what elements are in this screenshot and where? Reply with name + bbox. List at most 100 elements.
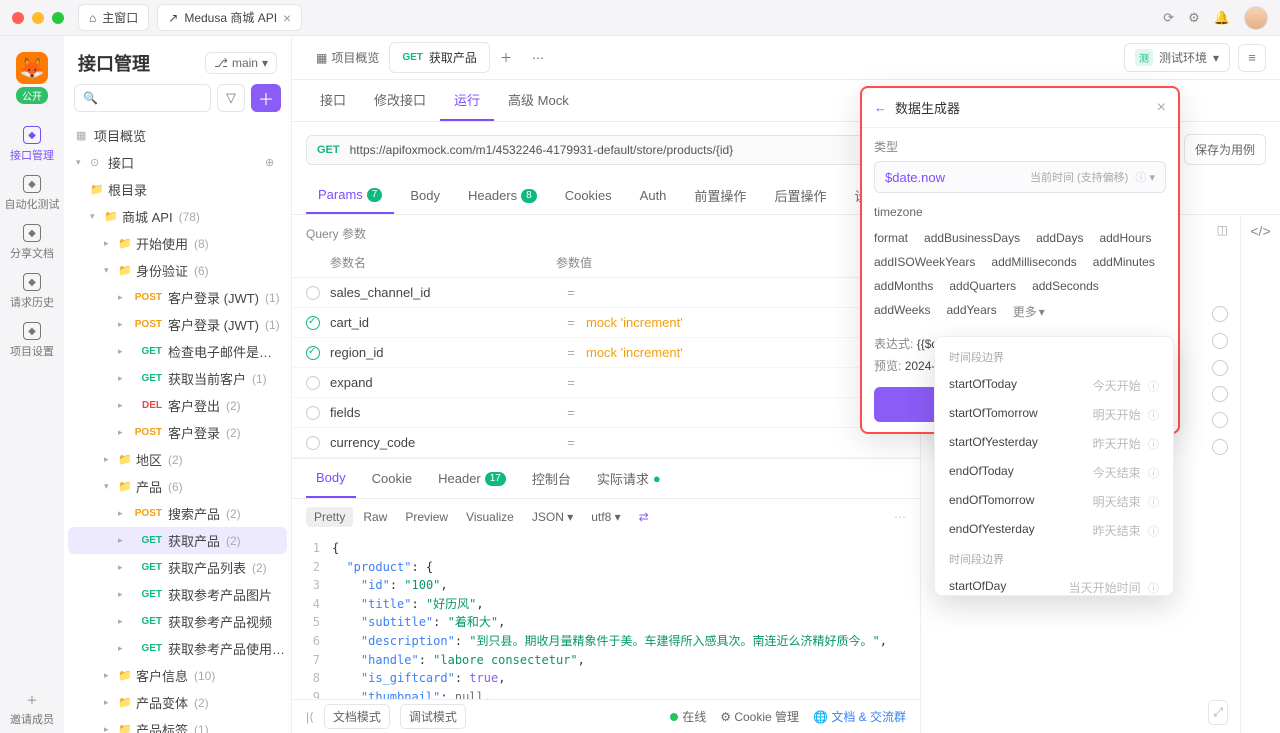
tree-row[interactable]: 📁根目录 <box>68 176 287 203</box>
invite-button[interactable]: ＋ 邀请成员 <box>6 686 58 733</box>
fmt-type[interactable]: JSON ▾ <box>524 507 581 527</box>
api-tab[interactable]: GET 获取产品 <box>389 42 490 73</box>
tree-row[interactable]: ▸📁产品标签(1) <box>68 716 287 733</box>
debug-mode[interactable]: 调试模式 <box>400 704 466 729</box>
rail-flow-icon[interactable]: ◆自动化测试 <box>1 169 64 218</box>
tree-row[interactable]: ▸📁产品变体(2) <box>68 689 287 716</box>
tree-row[interactable]: ▸POST客户登录 (JWT)(1) <box>68 284 287 311</box>
dd-startOfToday[interactable]: startOfToday今天开始 ⓘ <box>935 371 1173 400</box>
bell-icon[interactable]: 🔔 <box>1214 10 1230 26</box>
param-value[interactable]: mock 'increment' <box>586 315 683 330</box>
ptab-Auth[interactable]: Auth <box>628 177 679 214</box>
branch-select[interactable]: ⎇ main ▾ <box>205 52 277 74</box>
param-row[interactable]: fields = <box>292 398 920 428</box>
rtab-控制台[interactable]: 控制台 <box>522 459 581 498</box>
rail-clock-icon[interactable]: ◆请求历史 <box>1 267 64 316</box>
fmt-visualize[interactable]: Visualize <box>458 507 522 527</box>
subtab-2[interactable]: 运行 <box>440 80 494 121</box>
env-settings[interactable]: ≡ <box>1238 44 1266 72</box>
fn-format[interactable]: format <box>874 231 908 245</box>
tree-row[interactable]: ▸GET获取当前客户(1) <box>68 365 287 392</box>
tree-row[interactable]: ▦项目概览 <box>68 122 287 149</box>
fn-addBusinessDays[interactable]: addBusinessDays <box>924 231 1020 245</box>
detail-dot[interactable] <box>1212 360 1228 376</box>
fn-addQuarters[interactable]: addQuarters <box>949 279 1016 293</box>
gear-icon[interactable]: ⚙ <box>1188 10 1200 26</box>
tree-row[interactable]: ▸POST客户登录 (JWT)(1) <box>68 311 287 338</box>
rail-book-icon[interactable]: ◆分享文档 <box>1 218 64 267</box>
collapse-icon[interactable]: |⟨ <box>306 710 314 724</box>
tree-row[interactable]: ▸📁客户信息(10) <box>68 662 287 689</box>
tree-row[interactable]: ▸GET获取参考产品视频 <box>68 608 287 635</box>
tree-row[interactable]: ▾⊙接口⊕ <box>68 149 287 176</box>
home-tab[interactable]: ⌂ 主窗口 <box>78 4 149 31</box>
project-tab[interactable]: ↗ Medusa 商城 API × <box>157 4 302 31</box>
cookie-manage[interactable]: ⚙ Cookie 管理 <box>720 708 799 725</box>
rtab-Header[interactable]: Header17 <box>428 459 516 498</box>
tree-row[interactable]: ▸📁地区(2) <box>68 446 287 473</box>
subtab-1[interactable]: 修改接口 <box>360 80 440 121</box>
tree-row[interactable]: ▸GET获取参考产品使用… <box>68 635 287 662</box>
fmt-enc[interactable]: utf8 ▾ <box>583 507 628 527</box>
avatar[interactable] <box>1244 6 1268 30</box>
ptab-后置操作[interactable]: 后置操作 <box>762 177 838 214</box>
rail-api-icon[interactable]: ◆接口管理 <box>1 120 64 169</box>
fmt-raw[interactable]: Raw <box>355 507 395 527</box>
fn-addDays[interactable]: addDays <box>1036 231 1083 245</box>
wrap-icon[interactable]: ⇄ <box>631 507 657 527</box>
fn-more[interactable]: 更多 ▾ <box>1013 303 1045 320</box>
refresh-icon[interactable]: ⟳ <box>1163 10 1174 26</box>
subtab-0[interactable]: 接口 <box>306 80 360 121</box>
tree-row[interactable]: ▾📁身份验证(6) <box>68 257 287 284</box>
add-button[interactable]: ＋ <box>251 84 281 112</box>
fn-addWeeks[interactable]: addWeeks <box>874 303 930 320</box>
close-tab-icon[interactable]: × <box>283 10 291 26</box>
fn-addMonths[interactable]: addMonths <box>874 279 933 293</box>
detail-dot[interactable] <box>1212 333 1228 349</box>
tree-row[interactable]: ▸DEL客户登出(2) <box>68 392 287 419</box>
detail-dot[interactable] <box>1212 306 1228 322</box>
doc-mode[interactable]: 文档模式 <box>324 704 390 729</box>
env-select[interactable]: 测 测试环境 ▾ <box>1124 43 1230 72</box>
detail-dot[interactable] <box>1212 412 1228 428</box>
overview-tab[interactable]: ▦项目概览 <box>306 43 389 72</box>
tree-row[interactable]: ▸GET获取产品(2) <box>68 527 287 554</box>
search-input[interactable]: 🔍 <box>74 84 211 112</box>
tree-row[interactable]: ▸POST搜索产品(2) <box>68 500 287 527</box>
rtab-Cookie[interactable]: Cookie <box>362 459 422 498</box>
dd-startOfYesterday[interactable]: startOfYesterday昨天开始 ⓘ <box>935 429 1173 458</box>
tree-row[interactable]: ▸GET获取参考产品图片 <box>68 581 287 608</box>
minimize-window[interactable] <box>32 12 44 24</box>
param-row[interactable]: region_id = mock 'increment' <box>292 338 920 368</box>
tree-row[interactable]: ▸📁开始使用(8) <box>68 230 287 257</box>
fn-addSeconds[interactable]: addSeconds <box>1032 279 1099 293</box>
param-row[interactable]: expand = <box>292 368 920 398</box>
detail-dot[interactable] <box>1212 439 1228 455</box>
dd-endOfToday[interactable]: endOfToday今天结束 ⓘ <box>935 458 1173 487</box>
subtab-3[interactable]: 高级 Mock <box>494 80 583 121</box>
save-case-button[interactable]: 保存为用例 <box>1184 134 1266 165</box>
fn-addMinutes[interactable]: addMinutes <box>1093 255 1155 269</box>
ptab-Params[interactable]: Params7 <box>306 177 394 214</box>
param-row[interactable]: cart_id = mock 'increment' ✨ <box>292 308 920 338</box>
param-row[interactable]: sales_channel_id = <box>292 278 920 308</box>
fn-addHours[interactable]: addHours <box>1099 231 1151 245</box>
type-select[interactable]: $date.now 当前时间 (支持偏移) ⓘ ▾ <box>874 161 1166 193</box>
rtab-Body[interactable]: Body <box>306 459 356 498</box>
checkbox-icon[interactable] <box>306 346 320 360</box>
dd-startOfTomorrow[interactable]: startOfTomorrow明天开始 ⓘ <box>935 400 1173 429</box>
ptab-Body[interactable]: Body <box>398 177 452 214</box>
detail-dot[interactable] <box>1212 386 1228 402</box>
tree-row[interactable]: ▸GET检查电子邮件是… <box>68 338 287 365</box>
ptab-Headers[interactable]: Headers8 <box>456 177 549 214</box>
timezone-token[interactable]: timezone <box>874 205 1166 219</box>
more-format[interactable]: ⋯ <box>894 510 906 524</box>
checkbox-icon[interactable] <box>306 376 320 390</box>
close-window[interactable] <box>12 12 24 24</box>
ptab-前置操作[interactable]: 前置操作 <box>682 177 758 214</box>
rail-gear-solid-icon[interactable]: ◆项目设置 <box>1 316 64 365</box>
maximize-window[interactable] <box>52 12 64 24</box>
checkbox-icon[interactable] <box>306 436 320 450</box>
rtab-实际请求[interactable]: 实际请求● <box>587 459 671 498</box>
docs-link[interactable]: 🌐 文档 & 交流群 <box>813 708 906 725</box>
